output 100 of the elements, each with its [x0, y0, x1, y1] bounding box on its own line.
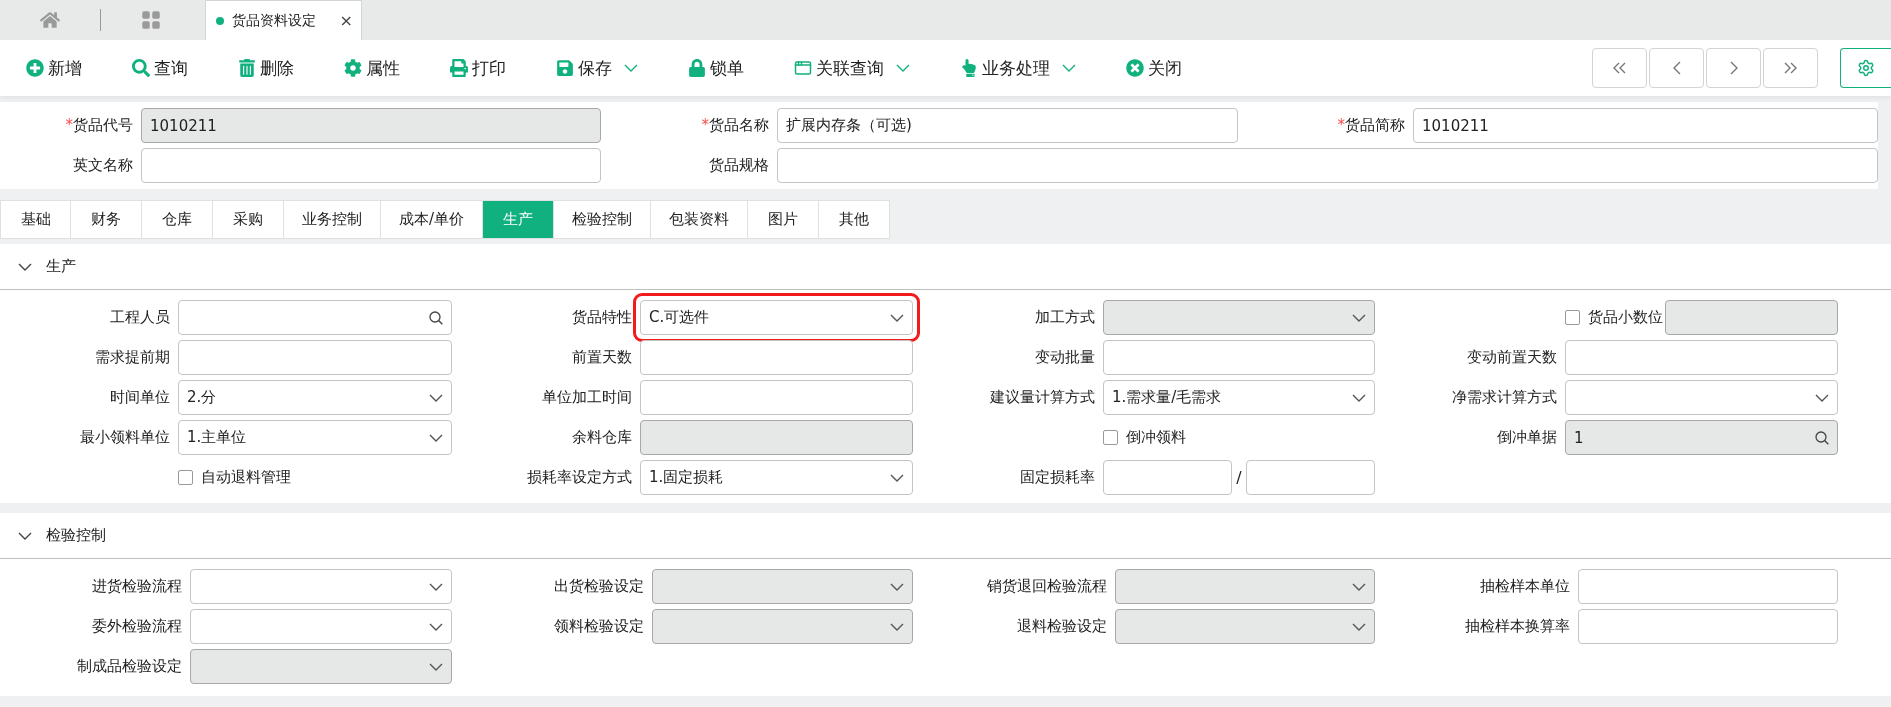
- field-label: *货品简称: [1336, 116, 1406, 135]
- chevron-down-icon: [890, 473, 904, 482]
- field-label: 进货检验流程: [91, 577, 183, 596]
- field-label: 固定损耗率: [1019, 468, 1096, 487]
- grid-icon[interactable]: [141, 10, 161, 30]
- tab[interactable]: 采购: [213, 200, 284, 239]
- field-label: 净需求计算方式: [1451, 388, 1558, 407]
- text-field[interactable]: 扩展内存条（可选): [777, 108, 1238, 143]
- toolbar-button[interactable]: 关闭: [1124, 52, 1184, 84]
- chevron-left-icon: [1672, 61, 1681, 75]
- field-label: 时间单位: [109, 388, 171, 407]
- field-label: 单位加工时间: [541, 388, 633, 407]
- field-label: 英文名称: [72, 156, 134, 175]
- checkbox-label: 自动退料管理: [201, 468, 291, 487]
- chevron-down-icon: [1352, 622, 1366, 631]
- dropdown-field[interactable]: 1.固定损耗: [640, 460, 913, 495]
- chevron-down-icon: [890, 622, 904, 631]
- close-icon[interactable]: ×: [339, 11, 353, 30]
- text-field[interactable]: 1010211: [1413, 108, 1878, 143]
- chevron-down-icon: [890, 582, 904, 591]
- checkbox-label: 倒冲领料: [1126, 428, 1186, 447]
- field-label: 前置天数: [571, 348, 633, 367]
- tab[interactable]: 财务: [71, 200, 142, 239]
- search-icon: [132, 59, 150, 77]
- dropdown-field[interactable]: [190, 569, 452, 604]
- window-icon: [794, 59, 812, 77]
- chevron-down-icon: [1352, 313, 1366, 322]
- dropdown-field[interactable]: [1565, 380, 1838, 415]
- field-label: 制成品检验设定: [76, 657, 183, 676]
- text-field[interactable]: [640, 380, 913, 415]
- search-icon: [429, 310, 443, 325]
- toolbar-button[interactable]: 锁单: [686, 52, 746, 84]
- toolbar-button[interactable]: 属性: [342, 52, 402, 84]
- dropdown-field[interactable]: [190, 609, 452, 644]
- status-dot: [216, 16, 224, 25]
- chevron-down-icon: [429, 622, 443, 631]
- text-field[interactable]: [1103, 460, 1233, 495]
- field-label: 最小领料单位: [79, 428, 171, 447]
- double-chevron-left-icon: [1613, 62, 1626, 74]
- last-page-button[interactable]: [1763, 48, 1818, 88]
- toolbar-button[interactable]: 关联查询: [792, 52, 912, 84]
- lock-icon: [688, 59, 706, 77]
- tab[interactable]: 基础: [0, 200, 71, 239]
- text-field[interactable]: [1245, 460, 1375, 495]
- settings-button[interactable]: [1840, 48, 1891, 88]
- tab[interactable]: 包装资料: [651, 200, 749, 239]
- text-field[interactable]: [178, 340, 452, 375]
- tab[interactable]: 仓库: [142, 200, 213, 239]
- field-label: 工程人员: [109, 308, 171, 327]
- dropdown-field[interactable]: 2.分: [178, 380, 452, 415]
- home-icon[interactable]: [40, 10, 60, 30]
- field-label: 需求提前期: [94, 348, 171, 367]
- double-chevron-right-icon: [1784, 62, 1797, 74]
- text-field[interactable]: [1578, 569, 1838, 604]
- chevron-down-icon: [429, 662, 443, 671]
- chevron-down-icon: [429, 433, 443, 442]
- first-page-button[interactable]: [1592, 48, 1647, 88]
- chevron-down-icon: [1352, 582, 1366, 591]
- tab[interactable]: 成本/单价: [381, 200, 484, 239]
- toolbar-button[interactable]: 业务处理: [958, 52, 1078, 84]
- field-label: 变动批量: [1034, 348, 1096, 367]
- printer-icon: [450, 59, 468, 77]
- dropdown-field[interactable]: 1.主单位: [178, 420, 452, 455]
- settings-icon: [1857, 59, 1875, 77]
- field-label: 货品特性: [571, 308, 633, 327]
- tab[interactable]: 业务控制: [284, 200, 381, 239]
- trash-icon: [238, 59, 256, 77]
- toolbar-button[interactable]: 查询: [130, 52, 190, 84]
- text-field[interactable]: [640, 340, 913, 375]
- next-button[interactable]: [1706, 48, 1761, 88]
- chevron-down-icon: [18, 262, 32, 271]
- checkbox[interactable]: [178, 470, 193, 485]
- text-field[interactable]: [1565, 340, 1838, 375]
- tab[interactable]: 检验控制: [554, 200, 652, 239]
- toolbar-button[interactable]: 打印: [448, 52, 508, 84]
- search-field[interactable]: [178, 300, 452, 335]
- field-label: 倒冲单据: [1496, 428, 1558, 447]
- field-label: 余料仓库: [571, 428, 633, 447]
- field-label: *货品代号: [64, 116, 134, 135]
- checkbox[interactable]: [1103, 430, 1118, 445]
- previous-button[interactable]: [1649, 48, 1704, 88]
- field-label: 领料检验设定: [553, 617, 645, 636]
- tab[interactable]: 图片: [748, 200, 820, 239]
- text-field[interactable]: [141, 148, 601, 183]
- dropdown-field[interactable]: 1.需求量/毛需求: [1103, 380, 1375, 415]
- text-field[interactable]: [1103, 340, 1375, 375]
- text-field[interactable]: [777, 148, 1878, 183]
- toolbar-button[interactable]: 保存: [554, 52, 640, 84]
- checkbox-label: 货品小数位: [1588, 308, 1663, 327]
- field-label: 抽检样本单位: [1479, 577, 1571, 596]
- dropdown-field[interactable]: C.可选件: [640, 300, 913, 335]
- text-field[interactable]: [1578, 609, 1838, 644]
- chevron-down-icon: [890, 313, 904, 322]
- toolbar-button[interactable]: 删除: [236, 52, 296, 84]
- toolbar-button[interactable]: 新增: [24, 52, 84, 84]
- chevron-down-icon: [429, 393, 443, 402]
- slash-separator: /: [1236, 468, 1242, 487]
- field-label: 抽检样本换算率: [1464, 617, 1571, 636]
- tab[interactable]: 其他: [819, 200, 891, 239]
- window-tab[interactable]: 货品资料设定 ×: [205, 0, 362, 40]
